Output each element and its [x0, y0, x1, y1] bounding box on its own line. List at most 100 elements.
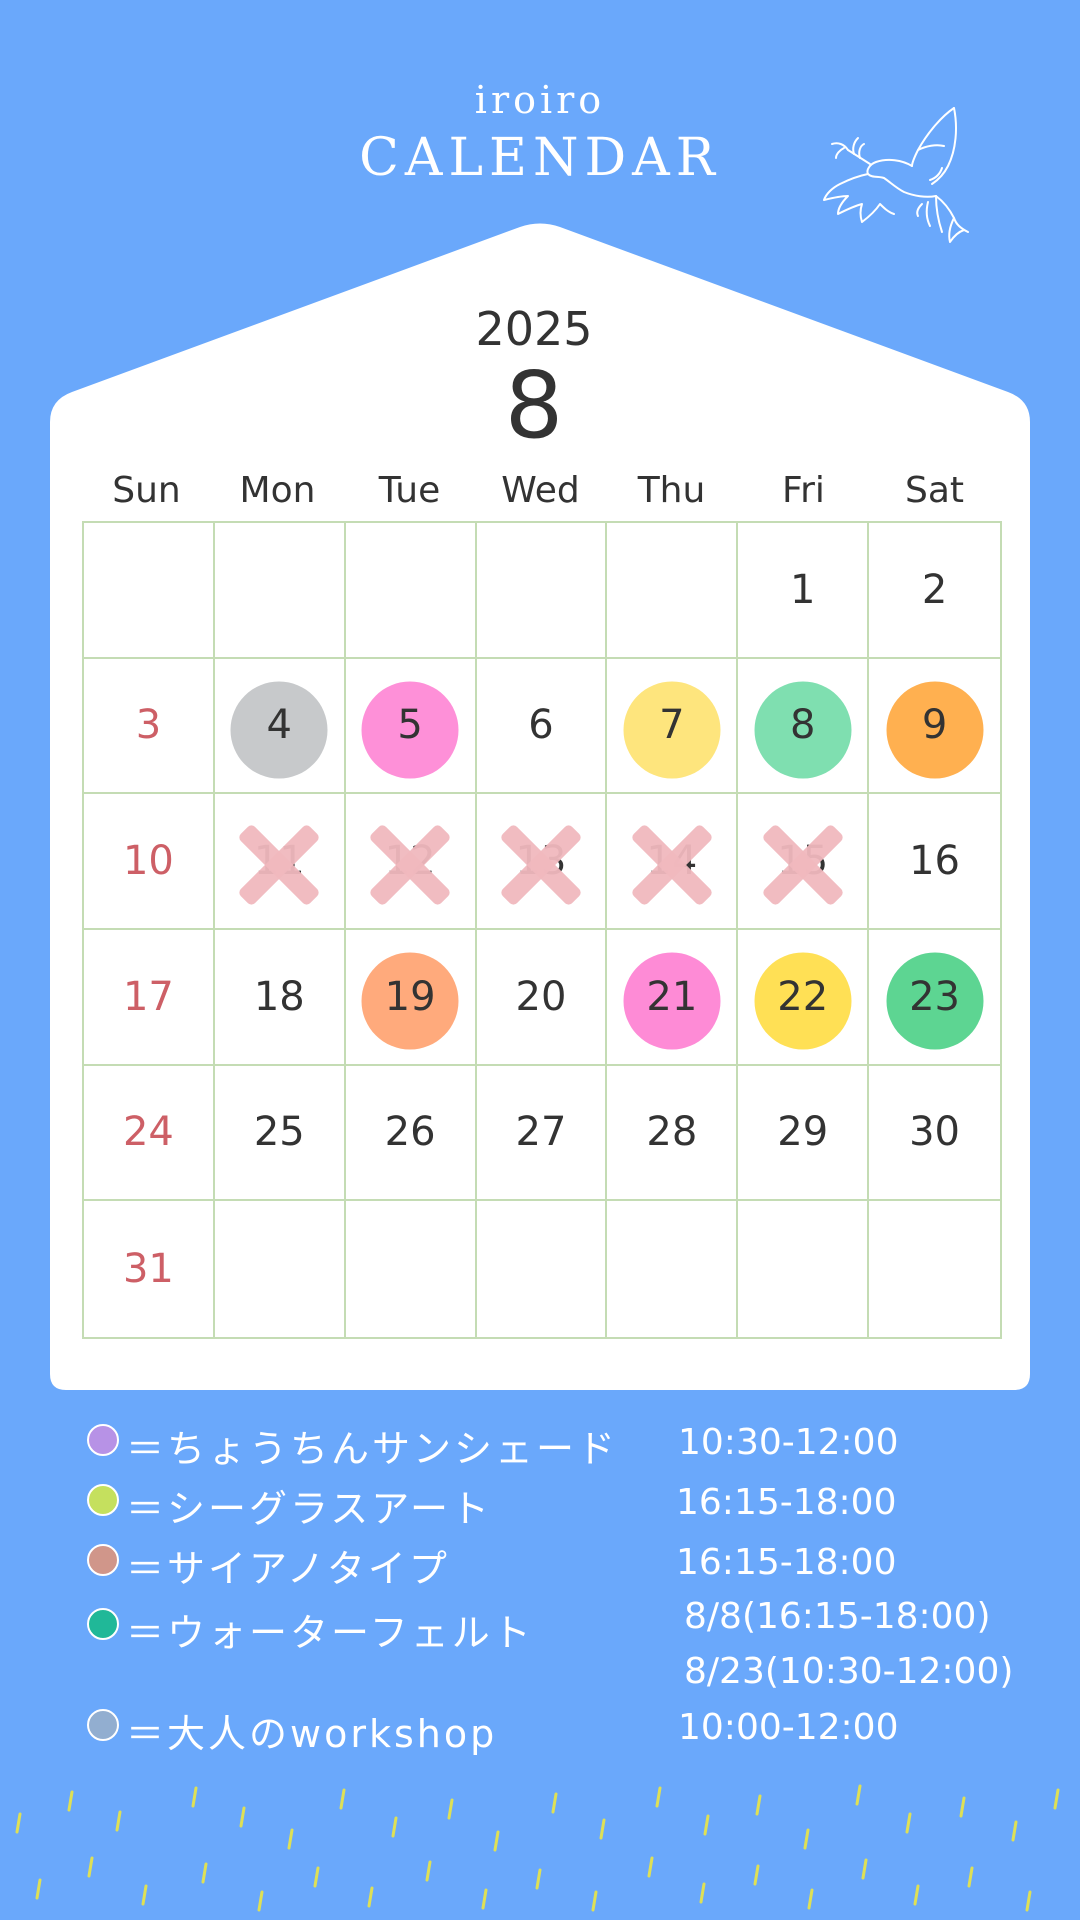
day-cell: 30 — [869, 1066, 1000, 1202]
day-cell — [346, 1201, 477, 1337]
day-cell: 6 — [476, 658, 608, 795]
legend-dot-adult — [87, 1709, 119, 1741]
day-cell: 22 — [738, 930, 870, 1066]
legend-time-cyanotype: 16:15-18:00 — [676, 1542, 897, 1583]
day-cell: 28 — [607, 1065, 739, 1202]
calendar-grid: 1 2 3 4 5 6 7 8 9 10 11 12 13 14 15 16 17 18 19 20 21 22 23 24 2… — [82, 521, 1002, 1339]
closed-cross-icon — [757, 819, 849, 911]
weekday-thu: Thu — [637, 470, 706, 511]
legend-label-cyanotype: ＝サイアノタイプ — [126, 1547, 450, 1591]
day-cell — [345, 523, 477, 659]
day-cell: 4 — [214, 658, 346, 795]
legend-time-waterfelt-1: 8/8(16:15-18:00) — [684, 1596, 991, 1637]
day-number: 20 — [515, 973, 567, 1020]
legend-label-chochin: ＝ちょうちんサンシェード — [126, 1427, 619, 1471]
calendar-year: 2025 — [475, 302, 593, 356]
day-cell: 16 — [869, 794, 1000, 930]
rain-decoration — [15, 1784, 1060, 1912]
day-number: 6 — [528, 702, 554, 749]
day-number: 4 — [266, 702, 292, 749]
closed-cross-icon — [626, 819, 718, 911]
day-cell — [607, 1201, 739, 1337]
legend-time-adult: 10:00-12:00 — [678, 1707, 899, 1748]
day-cell: 13 — [476, 794, 608, 930]
day-cell: 23 — [869, 930, 1000, 1066]
day-cell — [84, 523, 215, 659]
closed-cross-icon — [495, 819, 587, 911]
weekday-mon: Mon — [239, 470, 316, 511]
legend-label-seaglass: ＝シーグラスアート — [126, 1487, 492, 1531]
closed-cross-icon — [364, 819, 456, 911]
day-number: 23 — [909, 973, 961, 1020]
day-cell: 18 — [214, 930, 346, 1066]
day-number: 19 — [384, 973, 436, 1020]
day-number: 16 — [909, 838, 961, 885]
weekday-fri: Fri — [782, 470, 825, 511]
day-number: 18 — [253, 973, 305, 1020]
day-number: 28 — [646, 1109, 698, 1156]
day-cell: 25 — [214, 1065, 346, 1202]
day-cell — [869, 1201, 1000, 1337]
weekday-sat: Sat — [904, 470, 965, 511]
day-cell: 29 — [738, 1065, 870, 1202]
day-cell — [476, 523, 608, 659]
day-number: 9 — [921, 702, 948, 749]
day-number: 21 — [646, 973, 698, 1020]
day-cell — [214, 523, 346, 659]
legend-dot-cyanotype — [87, 1544, 119, 1576]
day-cell: 5 — [345, 658, 477, 795]
day-cell: 31 — [84, 1201, 215, 1337]
legend-label-adult: ＝大人のworkshop — [126, 1712, 498, 1756]
day-cell: 10 — [84, 794, 215, 930]
weekday-sun: Sun — [112, 470, 181, 511]
weekday-wed: Wed — [501, 470, 580, 511]
day-cell: 14 — [607, 794, 739, 930]
day-number: 10 — [122, 838, 174, 885]
day-cell: 12 — [345, 794, 477, 930]
legend-dot-waterfelt — [87, 1608, 119, 1640]
day-cell — [215, 1201, 346, 1337]
legend-dot-chochin — [87, 1424, 119, 1456]
day-cell: 19 — [345, 930, 477, 1066]
day-cell: 11 — [214, 794, 346, 930]
day-cell: 1 — [738, 523, 870, 659]
legend-time-chochin: 10:30-12:00 — [678, 1422, 899, 1463]
day-cell: 8 — [738, 658, 870, 795]
legend-time-waterfelt-2: 8/23(10:30-12:00) — [684, 1651, 1014, 1692]
weekday-tue: Tue — [378, 470, 441, 511]
legend-label-waterfelt: ＝ウォーターフェルト — [126, 1611, 534, 1655]
day-number: 26 — [384, 1109, 436, 1156]
calendar-month: 8 — [504, 352, 564, 459]
legend-dot-seaglass — [87, 1484, 119, 1516]
day-number: 31 — [122, 1246, 174, 1293]
day-number: 8 — [789, 702, 816, 749]
day-number: 22 — [777, 973, 829, 1020]
day-number: 7 — [659, 702, 685, 749]
day-cell: 24 — [84, 1065, 215, 1202]
day-number: 29 — [777, 1109, 829, 1156]
day-cell: 26 — [345, 1065, 477, 1202]
day-number: 30 — [909, 1109, 961, 1156]
day-number: 3 — [135, 702, 162, 749]
day-cell: 15 — [738, 794, 870, 930]
legend-time-seaglass: 16:15-18:00 — [676, 1482, 897, 1523]
day-cell — [477, 1201, 608, 1337]
day-cell — [738, 1201, 870, 1337]
day-cell: 27 — [476, 1065, 608, 1202]
day-number: 1 — [789, 566, 816, 613]
day-cell: 7 — [607, 658, 739, 795]
day-number: 2 — [921, 566, 948, 613]
day-cell: 17 — [84, 930, 215, 1066]
day-number: 5 — [397, 702, 423, 749]
day-cell: 21 — [607, 930, 739, 1066]
day-cell: 9 — [869, 659, 1000, 795]
closed-cross-icon — [233, 819, 325, 911]
day-cell: 20 — [476, 930, 608, 1066]
day-number: 27 — [515, 1109, 567, 1156]
day-cell: 3 — [84, 658, 215, 795]
day-number: 25 — [253, 1109, 305, 1156]
day-number: 17 — [122, 973, 174, 1020]
day-cell: 2 — [869, 523, 1000, 659]
day-number: 24 — [122, 1109, 174, 1156]
day-cell — [607, 523, 739, 659]
